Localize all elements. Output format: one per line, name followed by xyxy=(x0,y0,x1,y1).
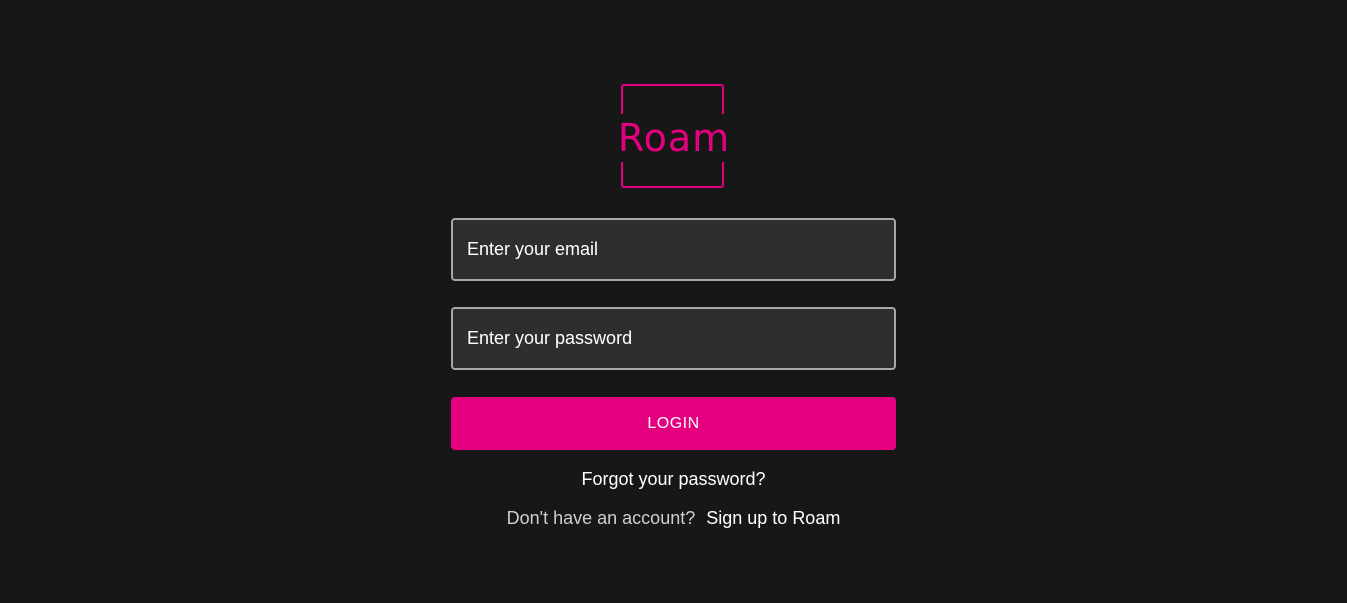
login-page: Roam LOGIN Forgot your password? Don't h… xyxy=(0,0,1347,603)
signup-row: Don't have an account? Sign up to Roam xyxy=(400,506,947,530)
logo-text: Roam xyxy=(614,114,734,162)
email-field-container xyxy=(451,218,896,281)
forgot-password-link[interactable]: Forgot your password? xyxy=(451,467,896,491)
password-field-container xyxy=(451,307,896,370)
signup-link[interactable]: Sign up to Roam xyxy=(706,508,840,528)
password-input[interactable] xyxy=(453,309,894,368)
email-input[interactable] xyxy=(453,220,894,279)
signup-prompt: Don't have an account? xyxy=(506,508,696,528)
login-button[interactable]: LOGIN xyxy=(451,397,896,450)
roam-logo: Roam xyxy=(614,83,734,193)
